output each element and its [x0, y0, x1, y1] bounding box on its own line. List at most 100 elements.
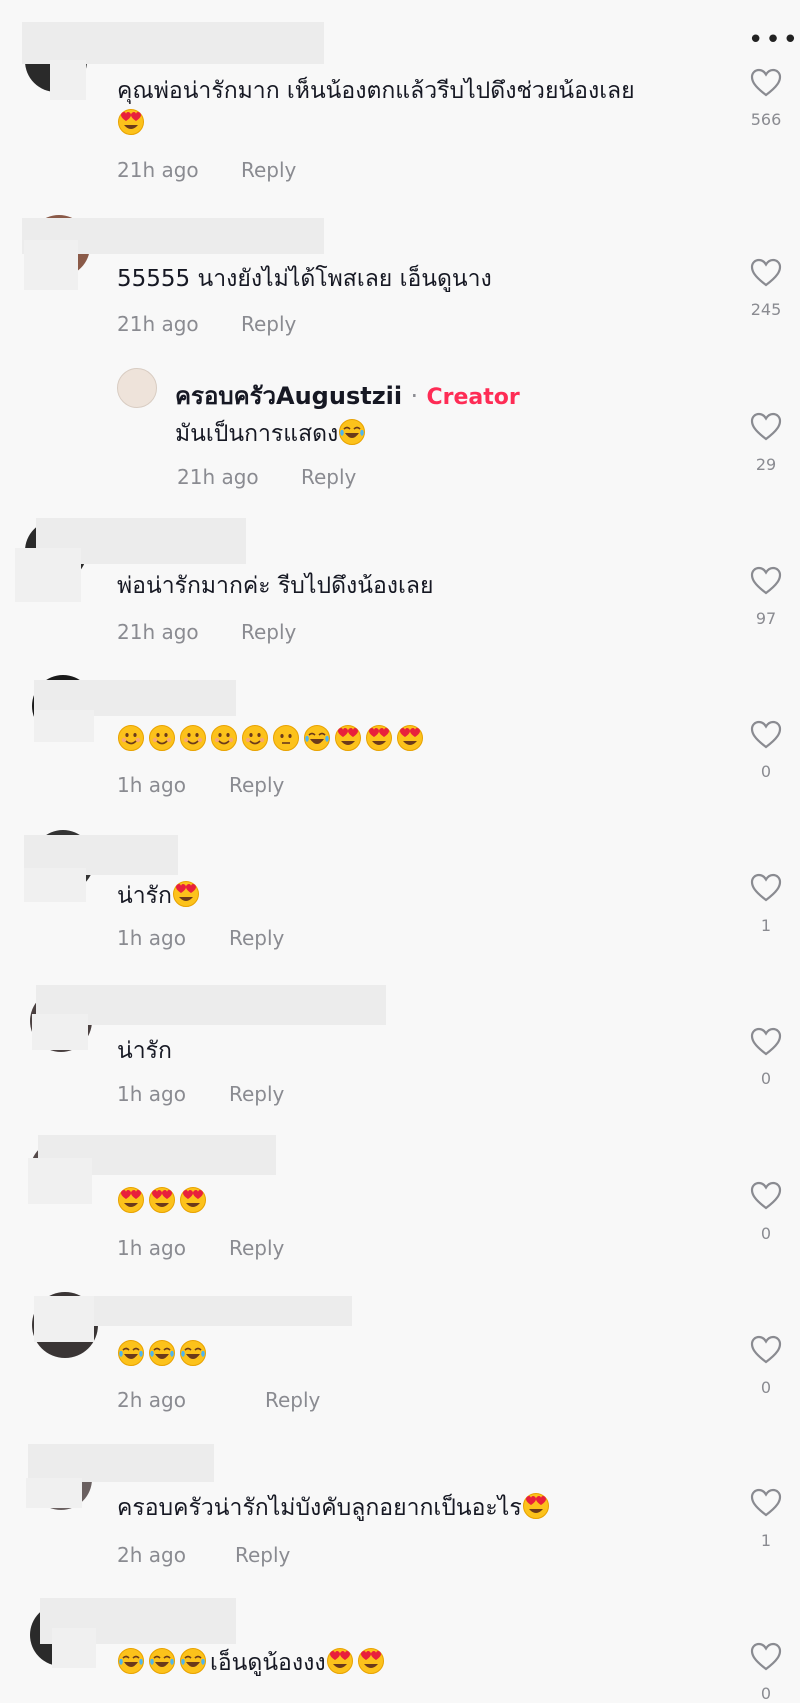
reply-button[interactable]: Reply	[241, 620, 296, 644]
comment-text: เอ็นดูน้องงง	[117, 1647, 388, 1679]
heart-eyes-emoji-icon	[149, 1187, 175, 1213]
comment-time: 21h ago	[177, 465, 259, 489]
like-heart-icon[interactable]	[750, 1335, 782, 1365]
like-count: 29	[755, 455, 777, 474]
redacted-username	[28, 1444, 214, 1482]
like-count: 245	[750, 300, 782, 319]
redacted-avatar	[50, 60, 86, 100]
comment-meta: 2h ago Reply	[117, 1388, 320, 1412]
comment-text: น่ารัก	[117, 880, 203, 912]
comment-meta: 1h ago Reply	[117, 773, 284, 797]
like-heart-icon[interactable]	[750, 566, 782, 596]
comment-meta: 2h ago Reply	[117, 1543, 290, 1567]
tears-emoji-icon	[180, 1648, 206, 1674]
comment-time: 1h ago	[117, 1082, 186, 1106]
separator-dot: ·	[410, 382, 419, 410]
redacted-avatar	[15, 548, 81, 602]
like-heart-icon[interactable]	[750, 1181, 782, 1211]
comment-time: 21h ago	[117, 312, 199, 336]
creator-name[interactable]: ครอบครัวAugustzii	[175, 382, 402, 410]
comment-emojis	[117, 1339, 210, 1371]
like-count: 0	[760, 762, 772, 781]
comment-text: พ่อน่ารักมากค่ะ รีบไปดึงน้องเลย	[117, 573, 434, 599]
comment-text: 55555 นางยังไม่ได้โพสเลย เอ็นดูนาง	[117, 266, 492, 292]
comment-meta: 21h ago Reply	[117, 312, 296, 336]
comment-text: ครอบครัวน่ารักไม่บังคับลูกอยากเป็นอะไร	[117, 1492, 553, 1524]
redacted-avatar	[52, 1628, 96, 1668]
like-count: 0	[760, 1684, 772, 1703]
comment-time: 21h ago	[117, 620, 199, 644]
redacted-username	[36, 985, 386, 1025]
comment-time: 1h ago	[117, 926, 186, 950]
more-options-icon[interactable]: •••	[748, 27, 800, 53]
smile-emoji-icon	[118, 725, 144, 751]
smile-emoji-icon	[242, 725, 268, 751]
reply-button[interactable]: Reply	[229, 1082, 284, 1106]
reply-button[interactable]: Reply	[235, 1543, 290, 1567]
like-count: 1	[760, 916, 772, 935]
reply-button[interactable]: Reply	[229, 773, 284, 797]
comment-meta: 1h ago Reply	[117, 1082, 284, 1106]
smile-emoji-icon	[149, 725, 175, 751]
comment-time: 1h ago	[117, 773, 186, 797]
tears-emoji-icon	[180, 1340, 206, 1366]
like-count: 1	[760, 1531, 772, 1550]
comment-emojis	[117, 108, 148, 140]
like-heart-icon[interactable]	[750, 68, 782, 98]
heart-eyes-emoji-icon	[335, 725, 361, 751]
like-heart-icon[interactable]	[750, 720, 782, 750]
heart-eyes-emoji-icon	[180, 1187, 206, 1213]
comment-meta: 1h ago Reply	[117, 1236, 284, 1260]
redacted-avatar	[34, 710, 94, 742]
like-count: 0	[760, 1378, 772, 1397]
comment-emojis	[117, 1186, 210, 1218]
redacted-username	[94, 1296, 352, 1326]
redacted-username	[22, 22, 324, 64]
reply-button[interactable]: Reply	[241, 312, 296, 336]
reply-button[interactable]: Reply	[229, 1236, 284, 1260]
tears-emoji-icon	[304, 725, 330, 751]
reply-button[interactable]: Reply	[241, 158, 296, 182]
heart-eyes-emoji-icon	[357, 1648, 384, 1674]
heart-eyes-emoji-icon	[366, 725, 392, 751]
comment-time: 2h ago	[117, 1388, 186, 1412]
comment-emojis	[117, 724, 427, 756]
like-heart-icon[interactable]	[750, 258, 782, 288]
redacted-avatar	[24, 240, 78, 290]
tears-emoji-icon	[118, 1340, 144, 1366]
redacted-avatar	[24, 868, 86, 902]
redacted-avatar	[26, 1478, 82, 1508]
tears-emoji-icon	[118, 1648, 144, 1674]
heart-eyes-emoji-icon	[172, 881, 199, 907]
like-count: 97	[755, 609, 777, 628]
redacted-avatar	[32, 1014, 88, 1050]
like-heart-icon[interactable]	[750, 873, 782, 903]
creator-badge: Creator	[426, 385, 520, 410]
reply-button[interactable]: Reply	[301, 465, 356, 489]
comment-meta: 1h ago Reply	[117, 926, 284, 950]
neutral-emoji-icon	[273, 725, 299, 751]
comment-text: น่ารัก	[117, 1038, 172, 1064]
heart-eyes-emoji-icon	[118, 109, 144, 135]
heart-eyes-emoji-icon	[326, 1648, 353, 1674]
creator-name-line: ครอบครัวAugustzii · Creator	[175, 376, 520, 415]
like-heart-icon[interactable]	[750, 1488, 782, 1518]
heart-eyes-emoji-icon	[397, 725, 423, 751]
comment-text: คุณพ่อน่ารักมาก เห็นน้องตกแล้วรีบไปดึงช่…	[117, 78, 635, 104]
like-heart-icon[interactable]	[750, 1642, 782, 1672]
like-count: 566	[750, 110, 782, 129]
comment-meta: 21h ago Reply	[117, 620, 296, 644]
heart-eyes-emoji-icon	[118, 1187, 144, 1213]
comment-time: 21h ago	[117, 158, 199, 182]
redacted-avatar	[34, 1296, 94, 1342]
creator-avatar[interactable]	[117, 368, 157, 408]
comment-time: 2h ago	[117, 1543, 186, 1567]
creator-reply-text: มันเป็นการแสดง	[175, 418, 369, 450]
tears-emoji-icon	[149, 1648, 175, 1674]
reply-button[interactable]: Reply	[229, 926, 284, 950]
tears-emoji-icon	[149, 1340, 175, 1366]
reply-button[interactable]: Reply	[265, 1388, 320, 1412]
redacted-avatar	[28, 1158, 92, 1204]
like-heart-icon[interactable]	[750, 1027, 782, 1057]
like-heart-icon[interactable]	[750, 412, 782, 442]
